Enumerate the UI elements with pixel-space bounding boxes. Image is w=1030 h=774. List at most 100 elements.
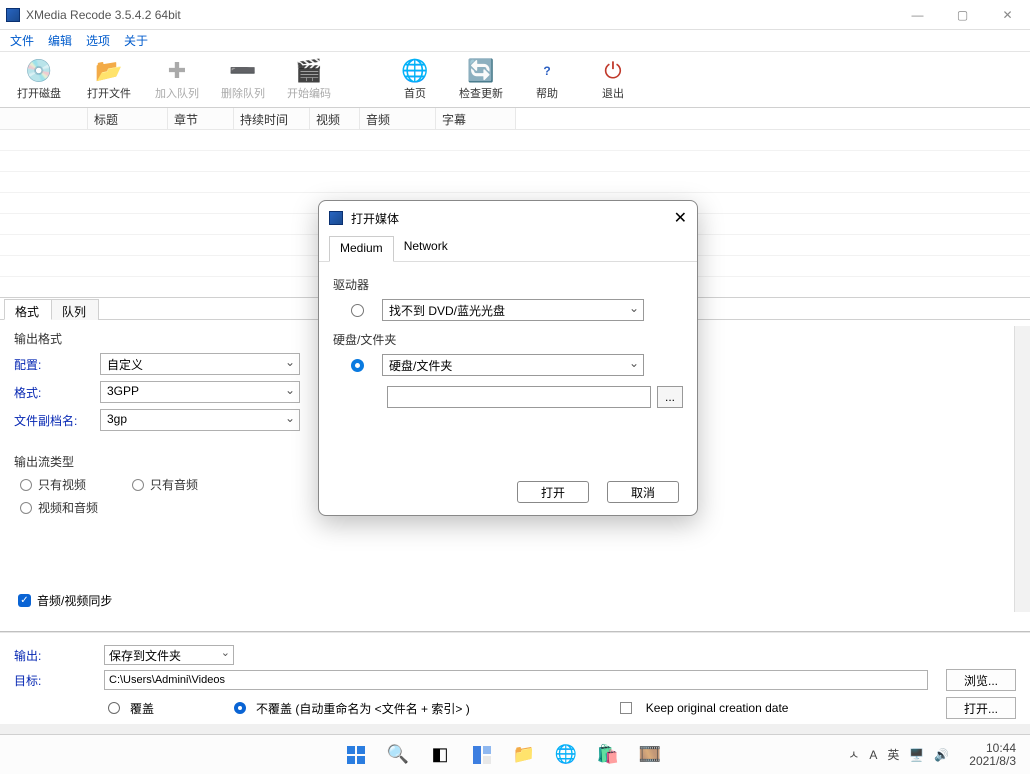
output-mode-select[interactable]: 保存到文件夹 (104, 645, 234, 665)
window-title: XMedia Recode 3.5.4.2 64bit (26, 8, 181, 22)
output-mode-value: 保存到文件夹 (109, 649, 181, 663)
grid-col-audio[interactable]: 音频 (360, 108, 436, 129)
extension-label: 文件副档名: (14, 412, 100, 429)
widgets-icon[interactable] (464, 739, 500, 771)
dialog-open-button[interactable]: 打开 (517, 481, 589, 503)
refresh-icon: 🔄 (468, 58, 494, 84)
minus-icon: ➖ (230, 58, 256, 84)
taskbar: 🔍 ◧ 📁 🌐 🛍️ 🎞️ ㅅ A 英 🖥️ 🔊 10:44 2021/8/3 (0, 734, 1030, 774)
tab-queue[interactable]: 队列 (51, 299, 99, 320)
open-file-button[interactable]: 📂 打开文件 (80, 58, 138, 101)
delete-queue-button[interactable]: ➖ 删除队列 (216, 58, 270, 101)
start-button[interactable] (338, 739, 374, 771)
profile-select[interactable]: 自定义 (100, 353, 300, 375)
app-icon (6, 8, 20, 22)
radio-only-audio[interactable]: 只有音频 (132, 476, 198, 493)
file-explorer-icon[interactable]: 📁 (506, 739, 542, 771)
radio-only-video[interactable]: 只有视频 (20, 476, 86, 493)
dialog-title: 打开媒体 (351, 210, 399, 227)
browse-button[interactable]: 浏览... (946, 669, 1016, 691)
av-sync-label: 音频/视频同步 (37, 592, 112, 609)
clock[interactable]: 10:44 2021/8/3 (969, 742, 1016, 768)
radio-drive[interactable] (351, 304, 364, 317)
home-button[interactable]: 🌐 首页 (388, 58, 442, 101)
grid-col-blank[interactable] (0, 108, 88, 129)
vertical-scrollbar[interactable] (1014, 326, 1030, 612)
radio-overwrite[interactable] (108, 702, 120, 714)
xmedia-app-icon[interactable]: 🎞️ (632, 739, 668, 771)
globe-icon: 🌐 (402, 58, 428, 84)
dialog-buttons: 打开 取消 (517, 481, 679, 503)
keep-date-label: Keep original creation date (646, 701, 789, 715)
format-label: 格式: (14, 384, 100, 401)
grid-col-video[interactable]: 视频 (310, 108, 360, 129)
grid-col-title[interactable]: 标题 (88, 108, 168, 129)
open-output-button[interactable]: 打开... (946, 697, 1016, 719)
exit-label: 退出 (602, 85, 624, 101)
network-icon[interactable]: 🖥️ (909, 748, 924, 762)
system-tray: ㅅ A 英 🖥️ 🔊 10:44 2021/8/3 (848, 742, 1022, 768)
hdd-path-input[interactable] (387, 386, 651, 408)
close-button[interactable]: ✕ (985, 0, 1030, 30)
format-value: 3GPP (107, 384, 139, 398)
open-file-label: 打开文件 (87, 85, 131, 101)
minimize-button[interactable]: — (895, 0, 940, 30)
av-sync-checkbox-row[interactable]: ✓ 音频/视频同步 (18, 592, 112, 609)
grid-col-chapter[interactable]: 章节 (168, 108, 234, 129)
maximize-button[interactable]: ▢ (940, 0, 985, 30)
open-disc-button[interactable]: 💿 打开磁盘 (10, 58, 68, 101)
grid-col-duration[interactable]: 持续时间 (234, 108, 310, 129)
exit-button[interactable]: ⏻ 退出 (586, 58, 640, 101)
profile-label: 配置: (14, 356, 100, 373)
ime-a-icon[interactable]: A (869, 748, 877, 762)
dialog-close-button[interactable]: ✕ (674, 208, 687, 228)
ime-lang-icon[interactable]: 英 (887, 746, 899, 763)
disc-icon: 💿 (26, 58, 52, 84)
extension-select[interactable]: 3gp (100, 409, 300, 431)
edge-icon[interactable]: 🌐 (548, 739, 584, 771)
drive-select[interactable]: 找不到 DVD/蓝光光盘 (382, 299, 644, 321)
tab-format[interactable]: 格式 (4, 299, 52, 320)
output-section: 输出: 保存到文件夹 目标: 浏览... 覆盖 不覆盖 (自动重命名为 <文件名… (0, 632, 1030, 724)
hdd-value: 硬盘/文件夹 (389, 359, 452, 373)
menu-bar: 文件 编辑 选项 关于 (0, 30, 1030, 52)
radio-no-overwrite[interactable] (234, 702, 246, 714)
dialog-titlebar: 打开媒体 ✕ (319, 201, 697, 235)
menu-about[interactable]: 关于 (118, 30, 154, 51)
dialog-tab-medium[interactable]: Medium (329, 236, 394, 262)
menu-edit[interactable]: 编辑 (42, 30, 78, 51)
dialog-cancel-button[interactable]: 取消 (607, 481, 679, 503)
hdd-select[interactable]: 硬盘/文件夹 (382, 354, 644, 376)
dialog-body: 驱动器 找不到 DVD/蓝光光盘 硬盘/文件夹 硬盘/文件夹 ... (319, 262, 697, 420)
check-update-button[interactable]: 🔄 检查更新 (454, 58, 508, 101)
window-controls: — ▢ ✕ (895, 0, 1030, 30)
task-view-icon[interactable]: ◧ (422, 739, 458, 771)
help-label: 帮助 (536, 85, 558, 101)
store-icon[interactable]: 🛍️ (590, 739, 626, 771)
tray-overflow-icon[interactable]: ㅅ (848, 746, 859, 763)
checkbox-checked-icon: ✓ (18, 594, 31, 607)
hdd-browse-button[interactable]: ... (657, 386, 683, 408)
folder-open-icon: 📂 (96, 58, 122, 84)
radio-hdd[interactable] (351, 359, 364, 372)
clock-date: 2021/8/3 (969, 755, 1016, 768)
start-encode-button[interactable]: 🎬 开始编码 (282, 58, 336, 101)
delete-queue-label: 删除队列 (221, 85, 265, 101)
drive-value: 找不到 DVD/蓝光光盘 (389, 304, 505, 318)
search-icon[interactable]: 🔍 (380, 739, 416, 771)
keep-date-checkbox[interactable] (620, 702, 632, 714)
add-queue-button[interactable]: ✚ 加入队列 (150, 58, 204, 101)
add-queue-label: 加入队列 (155, 85, 199, 101)
toolbar: 💿 打开磁盘 📂 打开文件 ✚ 加入队列 ➖ 删除队列 🎬 开始编码 🌐 首页 … (0, 52, 1030, 108)
volume-icon[interactable]: 🔊 (934, 748, 949, 762)
help-button[interactable]: ? 帮助 (520, 58, 574, 101)
taskbar-apps: 🔍 ◧ 📁 🌐 🛍️ 🎞️ (338, 739, 668, 771)
menu-options[interactable]: 选项 (80, 30, 116, 51)
overwrite-label: 覆盖 (130, 700, 154, 717)
format-select[interactable]: 3GPP (100, 381, 300, 403)
target-path-input[interactable] (104, 670, 928, 690)
radio-video-audio[interactable]: 视频和音频 (20, 499, 98, 516)
menu-file[interactable]: 文件 (4, 30, 40, 51)
grid-col-subtitle[interactable]: 字幕 (436, 108, 516, 129)
dialog-tab-network[interactable]: Network (394, 235, 458, 261)
